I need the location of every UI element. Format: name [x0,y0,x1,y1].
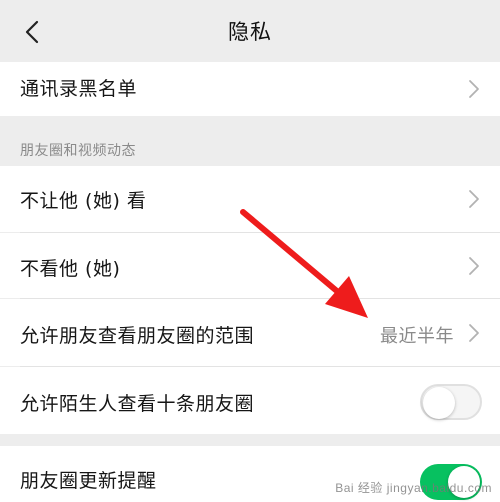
row-label: 允许陌生人查看十条朋友圈 [20,393,255,415]
row-label: 通讯录黑名单 [20,78,138,100]
row-blacklist[interactable]: 通讯录黑名单 [0,62,500,116]
row-hide-my-moments[interactable]: 不让他 (她) 看 [0,166,500,232]
row-label: 允许朋友查看朋友圈的范围 [20,325,255,347]
chevron-right-icon [469,324,479,342]
row-visible-range[interactable]: 允许朋友查看朋友圈的范围 最近半年 [0,299,500,366]
stranger-ten-toggle[interactable] [420,384,482,420]
row-label: 不让他 (她) 看 [20,190,147,212]
row-stranger-ten-moments: 允许陌生人查看十条朋友圈 [0,367,500,434]
privacy-settings-page: 隐私 通讯录黑名单 朋友圈和视频动态 不让他 (她) 看 不看他 (她) 允许朋… [0,0,500,502]
row-hide-their-moments[interactable]: 不看他 (她) [0,233,500,298]
row-label: 朋友圈更新提醒 [20,470,157,492]
visible-range-value: 最近半年 [380,326,454,347]
nav-header: 隐私 [0,0,500,62]
watermark: Bai 经验 jingyan.baidu.com [335,481,492,495]
toggle-knob [423,387,455,419]
row-label: 不看他 (她) [20,258,121,280]
chevron-right-icon [469,190,479,208]
chevron-right-icon [469,80,479,98]
section-header-moments: 朋友圈和视频动态 [20,143,136,159]
page-title: 隐私 [228,20,272,44]
chevron-right-icon [469,257,479,275]
